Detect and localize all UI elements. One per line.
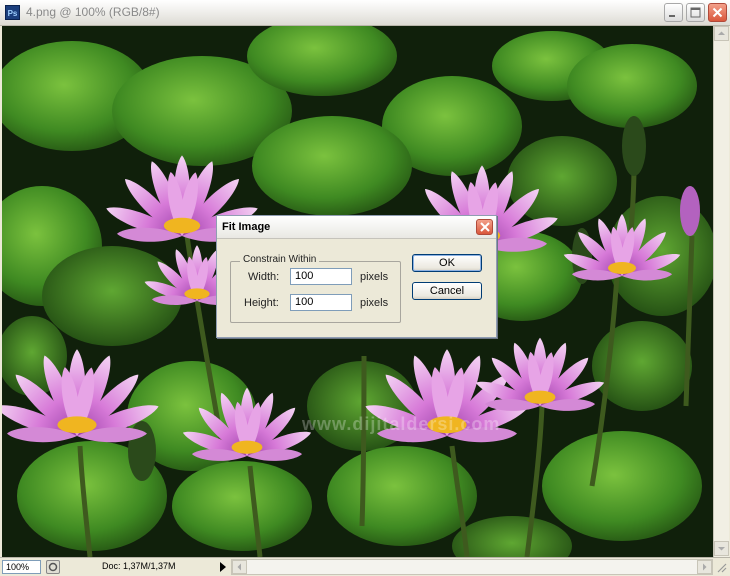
maximize-icon [690, 7, 701, 18]
width-unit-label: pixels [360, 271, 389, 283]
document-size-info: Doc: 1,37M/1,37M [102, 561, 176, 571]
scroll-left-arrow[interactable] [232, 560, 247, 574]
width-field[interactable]: 100 [290, 268, 352, 285]
arrow-up-icon [718, 31, 725, 35]
photoshop-document-window: Ps 4.png @ 100% (RGB/8#) www.dijitalders… [0, 0, 730, 576]
constrain-within-label: Constrain Within [240, 254, 320, 265]
arrow-left-icon [237, 563, 241, 571]
vertical-scrollbar[interactable] [713, 26, 729, 557]
close-icon [480, 222, 490, 232]
height-label: Height: [244, 297, 279, 309]
horizontal-scrollbar[interactable] [231, 559, 713, 575]
status-bar: 100% Doc: 1,37M/1,37M [0, 557, 730, 576]
maximize-button[interactable] [686, 3, 705, 22]
scroll-right-arrow[interactable] [697, 560, 712, 574]
dialog-close-button[interactable] [476, 219, 493, 235]
arrow-down-icon [718, 547, 725, 551]
height-unit-label: pixels [360, 297, 389, 309]
close-button[interactable] [708, 3, 727, 22]
watermark-text: www.dijitaldersi.com [302, 414, 501, 434]
window-title: 4.png @ 100% (RGB/8#) [26, 5, 160, 19]
minimize-button[interactable] [664, 3, 683, 22]
dialog-title: Fit Image [222, 221, 271, 233]
height-field[interactable]: 100 [290, 294, 352, 311]
fit-image-dialog: Fit Image Constrain Within Width: 100 pi… [216, 215, 497, 338]
zoom-level-field[interactable]: 100% [2, 560, 41, 574]
width-label: Width: [248, 271, 280, 283]
scroll-down-arrow[interactable] [714, 541, 729, 556]
arrow-right-icon [703, 563, 707, 571]
ok-button[interactable]: OK [412, 254, 482, 272]
scroll-up-arrow[interactable] [714, 26, 729, 41]
resize-grip-icon[interactable] [714, 560, 728, 574]
photoshop-app-icon: Ps [5, 5, 20, 20]
window-titlebar[interactable]: Ps 4.png @ 100% (RGB/8#) [0, 0, 730, 26]
close-icon [712, 7, 723, 18]
cancel-button[interactable]: Cancel [412, 282, 482, 300]
status-options-icon[interactable] [46, 560, 60, 574]
minimize-icon [669, 15, 675, 17]
dialog-titlebar[interactable]: Fit Image [217, 216, 496, 239]
status-menu-arrow-icon[interactable] [217, 560, 229, 574]
